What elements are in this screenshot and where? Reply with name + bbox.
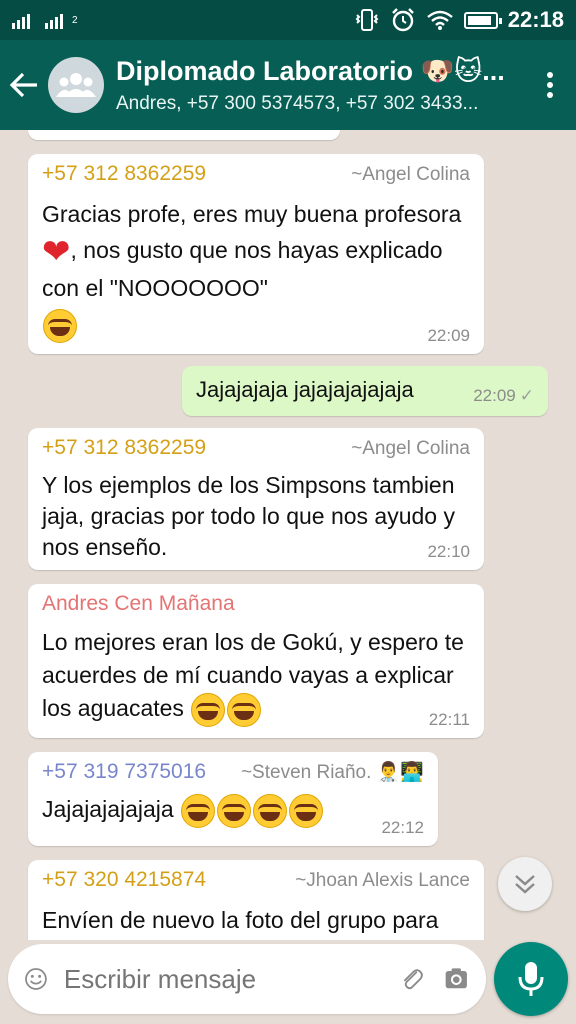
chevron-double-down-icon xyxy=(515,875,535,894)
scroll-to-bottom-button[interactable] xyxy=(498,857,552,911)
message-text: Y los ejemplos de los Simpsons tambien j… xyxy=(42,472,455,560)
message-composer[interactable] xyxy=(8,944,486,1014)
status-time: 22:18 xyxy=(507,7,564,32)
message-text: Lo mejores eran los de Gokú, y espero te… xyxy=(42,626,470,727)
red-heart-emoji: ❤ xyxy=(42,232,71,271)
emoji-icon[interactable] xyxy=(24,961,48,997)
message-time-wrap: 22:09 ✓ xyxy=(473,386,534,406)
message-text: Gracias profe, eres muy buena profesora … xyxy=(42,196,470,343)
back-button[interactable] xyxy=(0,40,48,130)
message-text: Jajajajaja jajajajajajaja xyxy=(196,377,414,402)
message-text-part: , nos gusto que nos hayas explicado con … xyxy=(42,237,443,301)
laughing-emoji xyxy=(181,793,216,828)
status-bar: 2 22:18 xyxy=(0,0,576,40)
wifi-icon xyxy=(426,10,453,30)
group-avatar-icon xyxy=(56,73,96,97)
signal-1-icon xyxy=(12,11,30,29)
laughing-emoji xyxy=(227,692,262,727)
chat-header[interactable]: Diplomado Laboratorio 🐶🐱... Andres, +57 … xyxy=(0,40,576,130)
message-bubble[interactable]: +57 312 8362259 ~Angel Colina Y los ejem… xyxy=(28,428,484,570)
previous-message-bubble xyxy=(28,130,340,140)
group-avatar[interactable] xyxy=(48,57,104,113)
message-text: Envíen de nuevo la foto del grupo para xyxy=(42,907,439,933)
message-bubble[interactable]: +57 312 8362259 ~Angel Colina Gracias pr… xyxy=(28,154,484,354)
battery-icon xyxy=(463,11,502,29)
message-time: 22:11 xyxy=(428,710,470,729)
chat-title-block[interactable]: Diplomado Laboratorio 🐶🐱... Andres, +57 … xyxy=(116,55,524,115)
message-pushname: ~Steven Riaño. 👨‍⚕️👨‍💻 xyxy=(240,762,424,783)
laughing-emoji xyxy=(253,793,288,828)
message-bubble[interactable]: +57 320 4215874 ~Jhoan Alexis Lance Enví… xyxy=(28,860,484,940)
message-sender[interactable]: +57 312 8362259 xyxy=(42,436,206,460)
message-pushname: ~Angel Colina xyxy=(351,164,470,185)
mic-icon xyxy=(518,962,544,996)
message-pushname: ~Angel Colina xyxy=(351,438,470,459)
vibrate-icon xyxy=(355,9,379,31)
message-sender[interactable]: +57 312 8362259 xyxy=(42,162,206,186)
message-pushname: ~Jhoan Alexis Lance xyxy=(295,870,470,891)
message-sender[interactable]: Andres Cen Mañana xyxy=(42,592,235,616)
message-time: 22:10 xyxy=(427,542,470,561)
chat-title: Diplomado Laboratorio 🐶🐱... xyxy=(116,56,505,86)
message-bubble[interactable]: Andres Cen Mañana Lo mejores eran los de… xyxy=(28,584,484,738)
signal-2-icon xyxy=(45,11,63,29)
voice-record-button[interactable] xyxy=(494,942,568,1016)
message-time: 22:12 xyxy=(381,818,424,837)
message-sender[interactable]: +57 320 4215874 xyxy=(42,868,206,892)
more-options-button[interactable] xyxy=(524,40,576,130)
message-bubble-outgoing[interactable]: Jajajajaja jajajajajajaja 22:09 ✓ xyxy=(182,366,548,416)
message-list[interactable]: +57 312 8362259 ~Angel Colina Gracias pr… xyxy=(0,130,576,940)
alarm-icon xyxy=(391,8,414,32)
laughing-emoji xyxy=(289,793,324,828)
message-text: Jajajajajajaja xyxy=(42,792,424,828)
message-time: 22:09 xyxy=(473,386,516,405)
camera-icon[interactable] xyxy=(443,959,470,999)
message-sender[interactable]: +57 319 7375016 xyxy=(42,760,206,784)
message-bubble[interactable]: +57 319 7375016 ~Steven Riaño. 👨‍⚕️👨‍💻 J… xyxy=(28,752,438,846)
back-arrow-icon xyxy=(9,72,37,98)
message-time: 22:09 xyxy=(427,326,470,345)
message-input[interactable] xyxy=(63,963,399,995)
laughing-emoji xyxy=(43,308,77,343)
laughing-emoji xyxy=(217,793,252,828)
attach-icon[interactable] xyxy=(399,959,426,999)
sent-check-icon: ✓ xyxy=(519,386,534,405)
chat-participants: Andres, +57 300 5374573, +57 302 3433... xyxy=(116,93,479,114)
message-text-part: Gracias profe, eres muy buena profesora xyxy=(42,201,462,227)
message-text-part: Jajajajajajaja xyxy=(42,796,181,822)
laughing-emoji xyxy=(191,692,226,727)
more-vert-icon xyxy=(547,72,553,98)
signal-2-label: 2 xyxy=(72,14,78,26)
